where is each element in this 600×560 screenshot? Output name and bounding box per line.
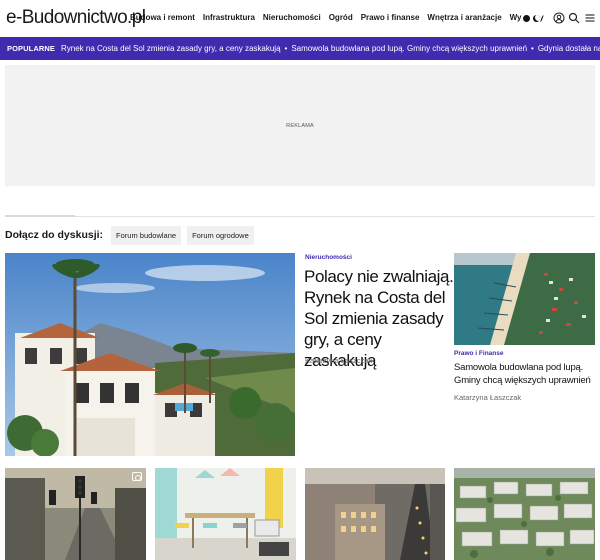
- theme-toggle[interactable]: [521, 12, 541, 24]
- popular-separator: •: [531, 44, 534, 53]
- user-icon[interactable]: [553, 12, 565, 24]
- sun-icon: [522, 14, 530, 22]
- camera-icon: [132, 472, 142, 481]
- section-divider: [5, 216, 595, 217]
- article-image-street[interactable]: [5, 468, 146, 560]
- moon-icon: [532, 14, 540, 22]
- side-article-category[interactable]: Prawo i Finanse: [454, 350, 504, 357]
- featured-category[interactable]: Nieruchomości: [305, 254, 352, 261]
- nav-ogrod[interactable]: Ogród: [329, 13, 353, 22]
- menu-icon[interactable]: [584, 12, 596, 24]
- forum-chip-ogrodowe[interactable]: Forum ogrodowe: [187, 225, 254, 245]
- nav-prawo-i-finanse[interactable]: Prawo i finanse: [361, 13, 420, 22]
- forum-chip-budowlane[interactable]: Forum budowlane: [111, 225, 182, 245]
- side-article-image[interactable]: [454, 253, 595, 345]
- featured-author[interactable]: Katarzyna Łaszczak: [305, 356, 372, 365]
- side-article-title[interactable]: Samowola budowlana pod lupą. Gminy chcą …: [454, 361, 596, 387]
- main-nav: Budowa i remont Infrastruktura Nieruchom…: [130, 13, 544, 22]
- discussion-title: Dołącz do dyskusji:: [5, 229, 104, 241]
- article-image-interior[interactable]: [155, 468, 296, 560]
- article-image-city-night[interactable]: [305, 468, 445, 560]
- nav-nieruchomosci[interactable]: Nieruchomości: [263, 13, 321, 22]
- nav-infrastruktura[interactable]: Infrastruktura: [203, 13, 255, 22]
- section-divider-accent: [5, 215, 75, 217]
- search-icon[interactable]: [568, 12, 580, 24]
- popular-separator: •: [284, 44, 288, 53]
- discussion-bar: Dołącz do dyskusji: Forum budowlane Foru…: [5, 225, 254, 245]
- popular-bar: POPULARNE Rynek na Costa del Sol zmienia…: [0, 37, 600, 60]
- site-header: e-Budownictwo.pl Budowa i remont Infrast…: [0, 0, 600, 37]
- popular-label: POPULARNE: [7, 44, 55, 53]
- article-image-housing-estate[interactable]: [454, 468, 595, 560]
- nav-budowa-i-remont[interactable]: Budowa i remont: [130, 13, 195, 22]
- side-article-author[interactable]: Katarzyna Łaszczak: [454, 393, 521, 402]
- popular-item[interactable]: Gdynia dostała najwyższe światowe wyróż: [538, 44, 600, 53]
- popular-item[interactable]: Samowola budowlana pod lupą. Gminy chcą …: [291, 44, 527, 53]
- popular-item[interactable]: Rynek na Costa del Sol zmienia zasady gr…: [61, 44, 281, 53]
- ad-label: REKLAMA: [286, 122, 314, 129]
- ad-slot: REKLAMA: [5, 65, 595, 186]
- featured-article-image[interactable]: [5, 253, 295, 456]
- nav-wnetrza[interactable]: Wnętrza i aranżacje: [427, 13, 501, 22]
- site-logo[interactable]: e-Budownictwo.pl: [6, 7, 146, 29]
